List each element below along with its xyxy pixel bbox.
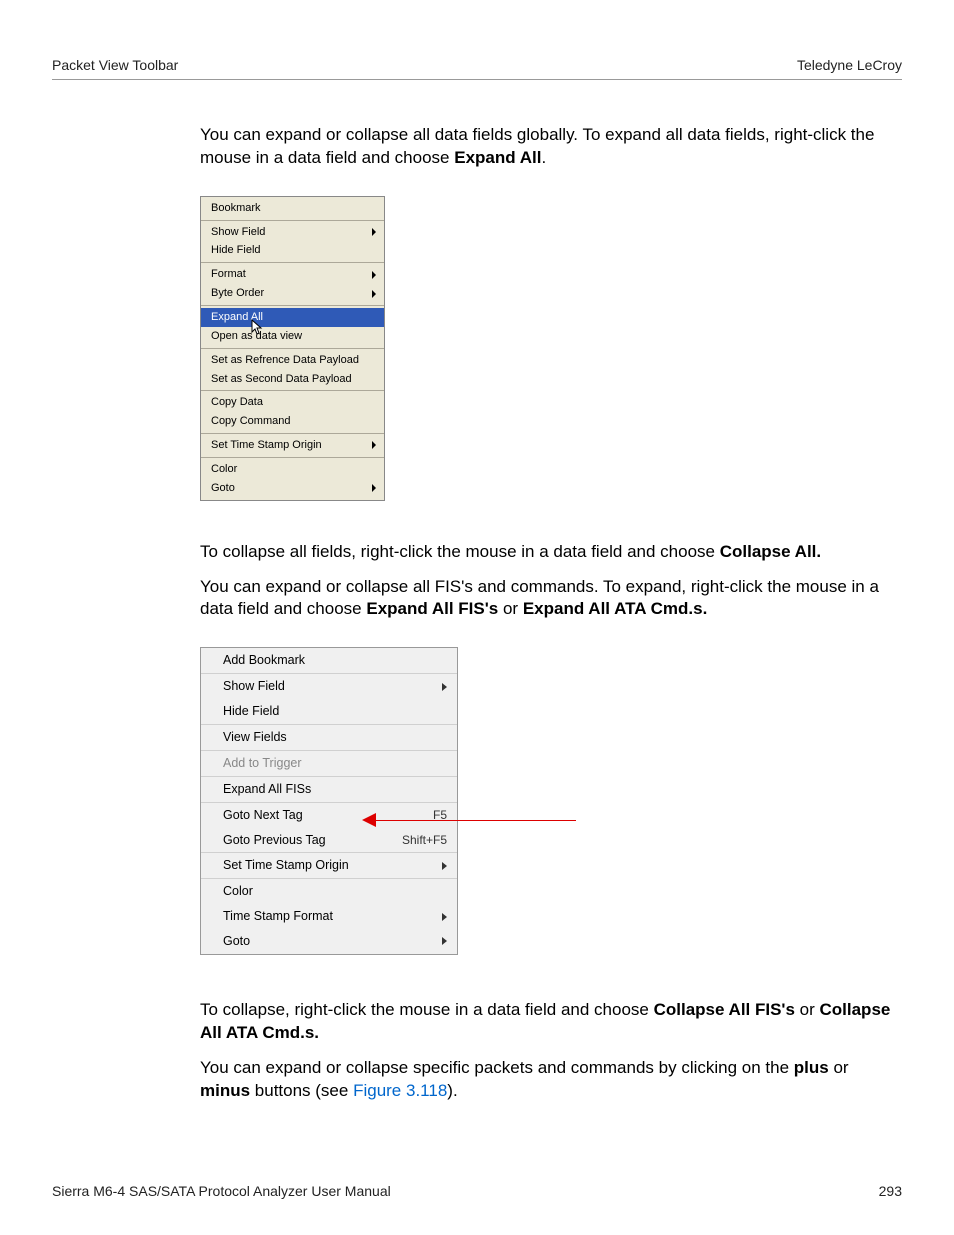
- context-menu-2: Add Bookmark Show Field Hide Field View Fie…: [200, 647, 458, 955]
- menu-item-label: Byte Order: [211, 286, 264, 301]
- menu-item[interactable]: Expand All: [201, 308, 384, 327]
- menu-item-label: Copy Data: [211, 395, 263, 410]
- paragraph-expand-fis: You can expand or collapse all FIS's and…: [200, 576, 902, 622]
- menu-item-label: Goto Next Tag: [223, 807, 303, 824]
- menu-item[interactable]: Expand All FISs: [201, 777, 457, 802]
- page-footer: Sierra M6-4 SAS/SATA Protocol Analyzer U…: [52, 1182, 902, 1201]
- menu-item-label: Goto: [211, 481, 235, 496]
- menu-item[interactable]: Goto: [201, 929, 457, 954]
- menu-item[interactable]: Hide Field: [201, 241, 384, 260]
- menu-item[interactable]: Copy Command: [201, 412, 384, 431]
- submenu-arrow-icon: [372, 484, 376, 492]
- header-right: Teledyne LeCroy: [797, 56, 902, 75]
- menu-item[interactable]: Set as Refrence Data Payload: [201, 351, 384, 370]
- menu-item[interactable]: Copy Data: [201, 393, 384, 412]
- submenu-arrow-icon: [372, 441, 376, 449]
- menu-item-label: Show Field: [211, 225, 265, 240]
- menu-item[interactable]: Byte Order: [201, 284, 384, 303]
- menu-item-label: Expand All FISs: [223, 781, 311, 798]
- menu-item-label: Goto Previous Tag: [223, 832, 326, 849]
- context-menu-1: Bookmark Show Field Hide Field Format Byte O…: [200, 196, 385, 501]
- submenu-arrow-icon: [442, 937, 447, 945]
- paragraph-expand-all: You can expand or collapse all data fiel…: [200, 124, 902, 170]
- menu-item-label: Add to Trigger: [223, 755, 302, 772]
- menu-item[interactable]: Set as Second Data Payload: [201, 370, 384, 389]
- menu-item-label: Color: [211, 462, 237, 477]
- paragraph-collapse-fis: To collapse, right-click the mouse in a …: [200, 999, 902, 1045]
- menu-item-label: Add Bookmark: [223, 652, 305, 669]
- submenu-arrow-icon: [442, 683, 447, 691]
- figure-link[interactable]: Figure 3.118: [353, 1081, 447, 1100]
- menu-item: Add to Trigger: [201, 751, 457, 776]
- menu-item[interactable]: View Fields: [201, 725, 457, 750]
- menu-item[interactable]: Hide Field: [201, 699, 457, 724]
- menu-item-label: Format: [211, 267, 246, 282]
- menu-item[interactable]: Color: [201, 879, 457, 904]
- menu-item[interactable]: Set Time Stamp Origin: [201, 436, 384, 455]
- menu-item-label: Show Field: [223, 678, 285, 695]
- menu-item[interactable]: Show Field: [201, 223, 384, 242]
- menu-item-label: Set as Second Data Payload: [211, 372, 352, 387]
- menu-item-label: Copy Command: [211, 414, 290, 429]
- menu-item[interactable]: Show Field: [201, 674, 457, 699]
- menu-item-label: Set as Refrence Data Payload: [211, 353, 359, 368]
- menu-item-label: Set Time Stamp Origin: [211, 438, 322, 453]
- menu-item-label: Set Time Stamp Origin: [223, 857, 349, 874]
- menu-item[interactable]: Goto: [201, 479, 384, 498]
- callout-arrow-icon: [362, 813, 576, 827]
- menu-item-label: Goto: [223, 933, 250, 950]
- menu-item[interactable]: Format: [201, 265, 384, 284]
- paragraph-plus-minus: You can expand or collapse specific pack…: [200, 1057, 902, 1103]
- menu-item[interactable]: Time Stamp Format: [201, 904, 457, 929]
- page-header: Packet View Toolbar Teledyne LeCroy: [52, 56, 902, 80]
- submenu-arrow-icon: [442, 862, 447, 870]
- menu-item-label: View Fields: [223, 729, 287, 746]
- menu-item[interactable]: Goto Previous Tag Shift+F5: [201, 828, 457, 853]
- menu-item-shortcut: Shift+F5: [402, 832, 447, 848]
- footer-page-number: 293: [879, 1182, 902, 1201]
- submenu-arrow-icon: [442, 913, 447, 921]
- menu-item-label: Color: [223, 883, 253, 900]
- submenu-arrow-icon: [372, 271, 376, 279]
- menu-item[interactable]: Color: [201, 460, 384, 479]
- submenu-arrow-icon: [372, 290, 376, 298]
- menu-item-label: Time Stamp Format: [223, 908, 333, 925]
- footer-left: Sierra M6-4 SAS/SATA Protocol Analyzer U…: [52, 1182, 391, 1201]
- menu-item[interactable]: Open as data view: [201, 327, 384, 346]
- menu-item[interactable]: Bookmark: [201, 199, 384, 218]
- menu-item[interactable]: Set Time Stamp Origin: [201, 853, 457, 878]
- header-left: Packet View Toolbar: [52, 56, 178, 75]
- menu-item[interactable]: Add Bookmark: [201, 648, 457, 673]
- menu-item-label: Hide Field: [211, 243, 261, 258]
- paragraph-collapse-all: To collapse all fields, right-click the …: [200, 541, 902, 564]
- submenu-arrow-icon: [372, 228, 376, 236]
- menu-item-label: Bookmark: [211, 201, 261, 216]
- cursor-icon: [251, 319, 265, 342]
- menu-item-label: Hide Field: [223, 703, 279, 720]
